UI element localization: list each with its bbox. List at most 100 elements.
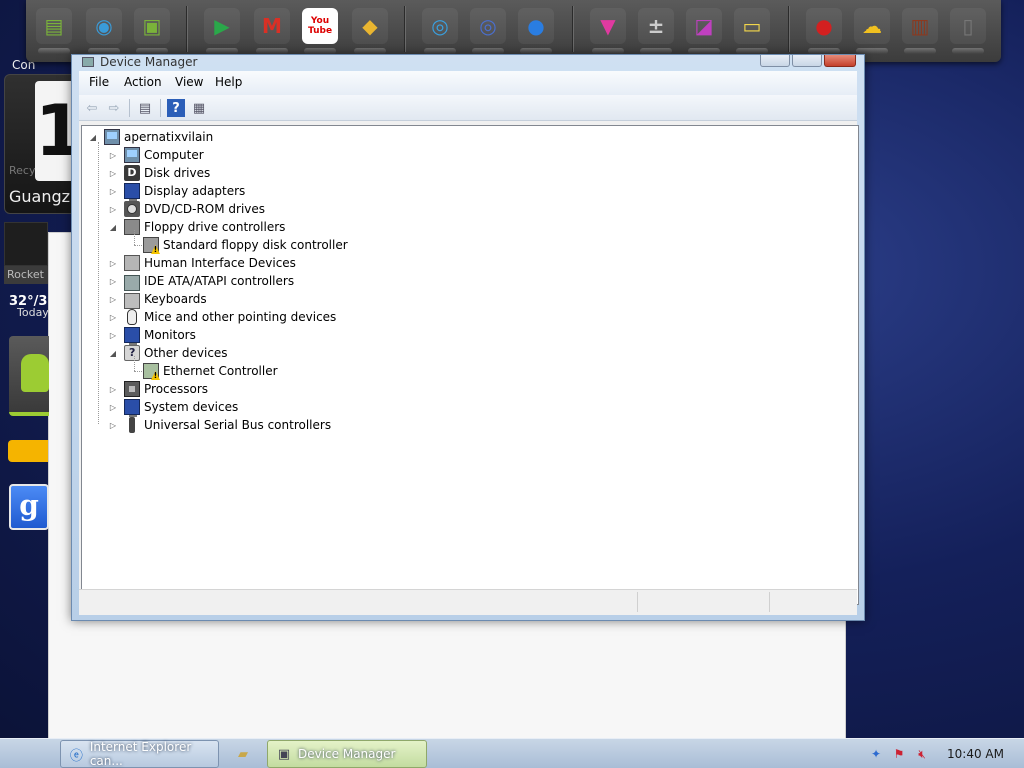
toolbar-separator bbox=[160, 99, 161, 117]
minimize-button[interactable] bbox=[760, 55, 790, 67]
device-manager-window: Device Manager File Action View Help ⇦ ⇨… bbox=[71, 54, 865, 621]
root-device-icon bbox=[104, 129, 120, 145]
tree-node-label: Ethernet Controller bbox=[163, 364, 278, 378]
tree-node-label: Floppy drive controllers bbox=[144, 220, 286, 234]
android-folder-icon[interactable]: ▣ bbox=[134, 8, 170, 54]
color-picker-icon[interactable]: ▼ bbox=[590, 8, 626, 54]
toolbar-separator bbox=[129, 99, 130, 117]
gmail-icon[interactable]: M bbox=[254, 8, 290, 54]
help-icon[interactable]: ? bbox=[167, 99, 185, 117]
tree-node-monitors[interactable]: ▷ Monitors bbox=[108, 326, 196, 345]
tree-node-mice-and-other-pointing-devices[interactable]: ▷ Mice and other pointing devices bbox=[108, 308, 336, 326]
youtube-icon[interactable]: You Tube bbox=[302, 8, 338, 54]
tree-node-standard-floppy-disk-controller[interactable]: Standard floppy disk controller bbox=[127, 236, 348, 254]
floppy-warn-device-icon bbox=[143, 237, 159, 253]
expand-arrow-icon[interactable]: ▷ bbox=[108, 421, 118, 430]
notes-icon[interactable]: ▭ bbox=[734, 8, 770, 54]
tree-node-keyboards[interactable]: ▷ Keyboards bbox=[108, 290, 207, 309]
window-body: File Action View Help ⇦ ⇨ ▤ ? ▦ ◢ apernat… bbox=[79, 71, 859, 615]
android-bot-icon bbox=[21, 354, 49, 392]
expand-arrow-icon[interactable]: ▷ bbox=[108, 313, 118, 322]
collapse-arrow-icon[interactable]: ◢ bbox=[108, 223, 118, 232]
taskbar-item-internet-explorer[interactable]: ⓔ Internet Explorer can... bbox=[60, 740, 219, 768]
title-bar[interactable]: Device Manager bbox=[72, 55, 864, 69]
calculator-icon[interactable]: ± bbox=[638, 8, 674, 54]
rocket-widget[interactable] bbox=[4, 222, 48, 266]
expand-arrow-icon[interactable]: ▷ bbox=[108, 259, 118, 268]
dock-separator bbox=[186, 6, 188, 52]
expand-arrow-icon[interactable]: ▷ bbox=[108, 151, 118, 160]
gallery-icon[interactable]: ◪ bbox=[686, 8, 722, 54]
trash-icon[interactable]: ▯ bbox=[950, 8, 986, 54]
speaker-icon[interactable]: ◎ bbox=[422, 8, 458, 54]
menu-file[interactable]: File bbox=[89, 75, 109, 89]
tree-node-computer[interactable]: ▷ Computer bbox=[108, 146, 204, 164]
volume-muted-icon[interactable]: 🔇︎ bbox=[914, 746, 930, 762]
tree-node-system-devices[interactable]: ▷ System devices bbox=[108, 398, 239, 417]
menu-action[interactable]: Action bbox=[124, 75, 162, 89]
forward-arrow-icon[interactable]: ⇨ bbox=[105, 99, 123, 117]
menu-help[interactable]: Help bbox=[215, 75, 242, 89]
yellow-app-tile[interactable] bbox=[8, 440, 48, 462]
maximize-button[interactable] bbox=[792, 55, 822, 67]
dock-separator bbox=[572, 6, 574, 52]
tree-root-computer[interactable]: ◢ apernatixvilain bbox=[88, 128, 213, 146]
device-manager-icon: ▣ bbox=[277, 746, 291, 762]
android-globe-icon[interactable]: ◉ bbox=[86, 8, 122, 54]
collapse-arrow-icon[interactable]: ◢ bbox=[88, 133, 98, 142]
back-arrow-icon[interactable]: ⇦ bbox=[83, 99, 101, 117]
tree-node-universal-serial-bus-controllers[interactable]: ▷ Universal Serial Bus controllers bbox=[108, 416, 331, 434]
android-bot-icon[interactable]: ▥ bbox=[902, 8, 938, 54]
taskbar-item-device-manager[interactable]: ▣ Device Manager bbox=[267, 740, 427, 768]
cpu-device-icon bbox=[124, 381, 140, 397]
tree-node-label: Disk drives bbox=[144, 166, 211, 180]
expand-arrow-icon[interactable]: ▷ bbox=[108, 205, 118, 214]
tree-node-ethernet-controller[interactable]: Ethernet Controller bbox=[127, 362, 278, 380]
show-hide-tree-icon[interactable]: ▦ bbox=[190, 99, 208, 117]
android-screen-icon[interactable]: ▤ bbox=[36, 8, 72, 54]
maps-icon[interactable]: ◆ bbox=[352, 8, 388, 54]
expand-arrow-icon[interactable]: ▷ bbox=[108, 169, 118, 178]
tree-node-other-devices[interactable]: ◢ Other devices bbox=[108, 344, 228, 362]
monitor-device-icon bbox=[124, 327, 140, 345]
tree-node-label: System devices bbox=[144, 400, 239, 414]
tree-node-label: Computer bbox=[144, 148, 204, 162]
monitor-device-icon bbox=[124, 183, 140, 201]
weather-icon[interactable]: ☁ bbox=[854, 8, 890, 54]
expand-arrow-icon[interactable]: ▷ bbox=[108, 385, 118, 394]
eth-warn-device-icon bbox=[143, 363, 159, 379]
collapse-arrow-icon[interactable]: ◢ bbox=[108, 349, 118, 358]
system-clock[interactable]: 10:40 AM bbox=[947, 747, 1004, 761]
close-button[interactable] bbox=[824, 55, 856, 67]
tree-node-disk-drives[interactable]: ▷ D Disk drives bbox=[108, 164, 210, 182]
taskbar-item-label: Device Manager bbox=[298, 747, 396, 761]
menu-view[interactable]: View bbox=[175, 75, 203, 89]
rocket-label: Rocket bbox=[7, 268, 44, 281]
google-search-icon[interactable]: g bbox=[9, 484, 49, 530]
expand-arrow-icon[interactable]: ▷ bbox=[108, 403, 118, 412]
properties-console-icon[interactable]: ▤ bbox=[136, 99, 154, 117]
android-app-tile[interactable] bbox=[9, 336, 49, 416]
tree-node-human-interface-devices[interactable]: ▷ Human Interface Devices bbox=[108, 254, 296, 272]
expand-arrow-icon[interactable]: ▷ bbox=[108, 295, 118, 304]
tree-node-label: apernatixvilain bbox=[124, 130, 214, 144]
flag-tray-icon[interactable]: ⚑ bbox=[891, 746, 907, 762]
expand-arrow-icon[interactable]: ▷ bbox=[108, 277, 118, 286]
angry-birds-icon[interactable]: ● bbox=[806, 8, 842, 54]
tree-node-dvd-cd-rom-drives[interactable]: ▷ DVD/CD-ROM drives bbox=[108, 200, 265, 218]
kbd-device-icon bbox=[124, 293, 140, 309]
tree-node-ide-ata-atapi-controllers[interactable]: ▷ IDE ATA/ATAPI controllers bbox=[108, 272, 294, 291]
taskbar-folder-button[interactable]: ▰ bbox=[226, 740, 262, 768]
window-title: Device Manager bbox=[100, 55, 198, 69]
hid-device-icon bbox=[124, 255, 140, 271]
tree-node-processors[interactable]: ▷ Processors bbox=[108, 380, 208, 398]
status-cell bbox=[769, 592, 857, 612]
expand-arrow-icon[interactable]: ▷ bbox=[108, 187, 118, 196]
expand-arrow-icon[interactable]: ▷ bbox=[108, 331, 118, 340]
tree-node-display-adapters[interactable]: ▷ Display adapters bbox=[108, 182, 245, 201]
network-tray-icon[interactable]: ✦ bbox=[868, 746, 884, 762]
play-store-icon[interactable]: ▶ bbox=[204, 8, 240, 54]
music-icon[interactable]: ◎ bbox=[470, 8, 506, 54]
browser-globe-icon[interactable]: ● bbox=[518, 8, 554, 54]
device-manager-icon bbox=[82, 57, 94, 67]
